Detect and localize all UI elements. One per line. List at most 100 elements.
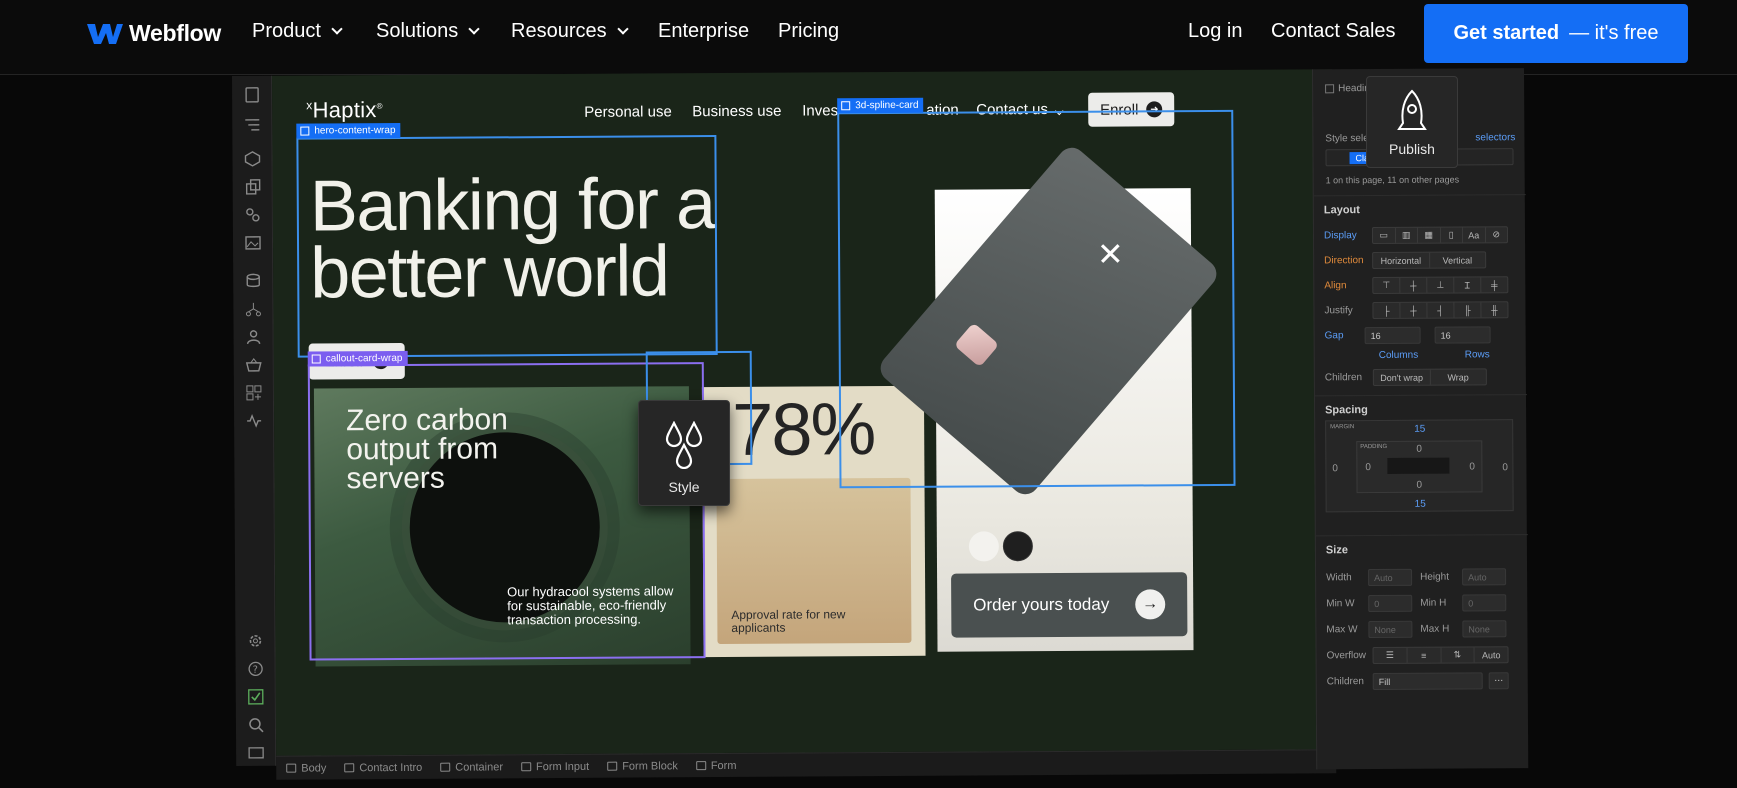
brand-name: Webflow xyxy=(129,20,222,46)
width-input[interactable]: Auto xyxy=(1368,568,1413,587)
site-nav-business[interactable]: Business use xyxy=(692,103,781,121)
dont-wrap-option[interactable]: Don't wrap xyxy=(1373,369,1431,386)
publish-popup[interactable]: Publish xyxy=(1366,76,1458,168)
site-nav-innovation[interactable]: ation xyxy=(926,102,959,119)
assets-icon[interactable] xyxy=(244,234,262,252)
gap-rows-input[interactable]: 16 xyxy=(1434,326,1491,344)
breadcrumb-body[interactable]: Body xyxy=(286,762,326,774)
direction-toggle[interactable]: Horizontal Vertical xyxy=(1372,251,1487,270)
haptix-logo[interactable]: xHaptix® xyxy=(306,97,383,123)
apps-icon[interactable] xyxy=(245,384,263,402)
audit-check-icon[interactable] xyxy=(247,688,265,706)
more-options-icon[interactable]: ⋯ xyxy=(1488,672,1509,690)
overflow-auto[interactable]: Auto xyxy=(1475,647,1508,662)
justify-options[interactable]: ├ ┼ ┤ ╟ ╫ xyxy=(1372,301,1509,320)
padding-right-value[interactable]: 0 xyxy=(1469,461,1475,472)
cms-icon[interactable] xyxy=(244,272,262,290)
stat-card[interactable]: 78% Approval rate for new applicants xyxy=(701,385,926,658)
margin-top-value[interactable]: 15 xyxy=(1414,424,1425,435)
design-canvas[interactable]: xHaptix® Personal use Business use Inves… xyxy=(271,69,1337,756)
video-icon[interactable] xyxy=(247,744,265,762)
add-elements-icon[interactable] xyxy=(243,150,261,168)
breadcrumb-contact-intro-label: Contact Intro xyxy=(359,761,423,774)
arrow-right-icon: ➜ xyxy=(1146,101,1163,118)
margin-right-value[interactable]: 0 xyxy=(1502,462,1508,473)
get-started-button[interactable]: Get started — it's free xyxy=(1424,4,1688,63)
margin-box[interactable]: MARGIN 15 15 0 0 PADDING 0 0 0 0 xyxy=(1325,419,1514,513)
nav-enterprise[interactable]: Enterprise xyxy=(658,20,749,43)
help-icon[interactable]: ? xyxy=(247,660,265,678)
settings-icon[interactable] xyxy=(246,632,264,650)
breadcrumb-container[interactable]: Container xyxy=(440,761,503,773)
min-width-input[interactable]: 0 xyxy=(1368,594,1413,613)
size-section: Size Width Auto Height Auto Min W 0 Min … xyxy=(1315,534,1530,770)
padding-left-value[interactable]: 0 xyxy=(1365,462,1371,473)
color-swatch-light[interactable] xyxy=(968,531,999,562)
nav-product[interactable]: Product xyxy=(252,20,343,43)
breadcrumb-form[interactable]: Form xyxy=(695,759,737,772)
search-icon[interactable] xyxy=(247,716,265,734)
breadcrumb-body-label: Body xyxy=(301,761,327,775)
breadcrumb-form-input-label: Form Input xyxy=(535,760,590,773)
direction-vertical[interactable]: Vertical xyxy=(1430,252,1486,267)
style-popup[interactable]: Style xyxy=(638,400,730,506)
checkbox-icon xyxy=(1325,84,1335,94)
breadcrumb-form-block[interactable]: Form Block xyxy=(607,760,678,772)
padding-bottom-value[interactable]: 0 xyxy=(1416,480,1422,491)
login-link[interactable]: Log in xyxy=(1188,20,1243,43)
color-swatch-dark[interactable] xyxy=(1002,531,1033,562)
max-height-input[interactable]: None xyxy=(1462,620,1507,638)
contact-sales-link[interactable]: Contact Sales xyxy=(1271,20,1396,43)
size-title[interactable]: Size xyxy=(1326,543,1518,556)
max-height-label: Max H xyxy=(1420,623,1450,635)
site-nav-contact[interactable]: Contact us xyxy=(976,101,1064,119)
page-icon[interactable] xyxy=(243,86,261,104)
min-width-label: Min W xyxy=(1326,598,1355,610)
site-nav-contact-label: Contact us xyxy=(976,101,1048,119)
callout-card[interactable]: Zero carbon output from servers Our hydr… xyxy=(313,386,691,667)
breadcrumb-form-label: Form xyxy=(710,759,737,772)
nav-solutions[interactable]: Solutions xyxy=(376,20,480,43)
selectors-link[interactable]: selectors xyxy=(1475,132,1515,143)
nav-resources[interactable]: Resources xyxy=(511,20,629,43)
max-width-input[interactable]: None xyxy=(1368,620,1413,639)
users-icon[interactable] xyxy=(245,328,263,346)
display-options[interactable]: ▭ ▥ ▦ ▯ Aa ⊘ xyxy=(1371,226,1509,245)
margin-left-value[interactable]: 0 xyxy=(1332,463,1338,474)
site-nav-personal[interactable]: Personal use xyxy=(584,103,672,121)
order-button[interactable]: Order yours today → xyxy=(951,572,1188,638)
spacing-title[interactable]: Spacing xyxy=(1325,403,1517,416)
logic-icon[interactable] xyxy=(244,300,262,318)
activity-icon[interactable] xyxy=(245,412,263,430)
breadcrumb-form-input[interactable]: Form Input xyxy=(520,760,590,773)
margin-bottom-value[interactable]: 15 xyxy=(1415,499,1426,510)
height-label: Height xyxy=(1420,571,1450,583)
site-nav-investors[interactable]: Inves xyxy=(802,102,838,119)
svg-text:?: ? xyxy=(253,665,258,676)
webflow-logo[interactable]: Webflow xyxy=(87,20,221,47)
nav-resources-label: Resources xyxy=(511,20,607,42)
wrap-toggle[interactable]: Don't wrap Wrap xyxy=(1372,368,1487,387)
overflow-label: Overflow xyxy=(1326,650,1367,662)
children-fill-select[interactable]: Fill xyxy=(1372,672,1483,691)
width-label: Width xyxy=(1326,572,1352,584)
components-icon[interactable] xyxy=(244,178,262,196)
site-enroll-button[interactable]: Enroll ➜ xyxy=(1088,92,1175,127)
breadcrumb-contact-intro[interactable]: Contact Intro xyxy=(344,761,423,774)
overflow-options[interactable]: ☰ ≡ ⇅ Auto xyxy=(1372,646,1509,665)
layout-title[interactable]: Layout xyxy=(1324,203,1516,216)
align-options[interactable]: ⊤ ┼ ⊥ Ɪ ╪ xyxy=(1372,276,1509,295)
ecommerce-icon[interactable] xyxy=(245,356,263,374)
height-input[interactable]: Auto xyxy=(1462,568,1507,586)
padding-box[interactable]: PADDING 0 0 0 0 xyxy=(1356,440,1483,494)
gap-columns-input[interactable]: 16 xyxy=(1364,326,1421,345)
navigator-icon[interactable] xyxy=(243,116,261,134)
chevron-down-icon xyxy=(1054,106,1064,116)
nav-pricing[interactable]: Pricing xyxy=(778,20,839,43)
variables-icon[interactable] xyxy=(244,206,262,224)
hero-selection-tag: hero-content-wrap xyxy=(296,122,401,139)
direction-horizontal[interactable]: Horizontal xyxy=(1373,252,1430,269)
min-height-input[interactable]: 0 xyxy=(1462,594,1507,612)
wrap-option[interactable]: Wrap xyxy=(1430,369,1486,384)
padding-top-value[interactable]: 0 xyxy=(1416,444,1422,455)
